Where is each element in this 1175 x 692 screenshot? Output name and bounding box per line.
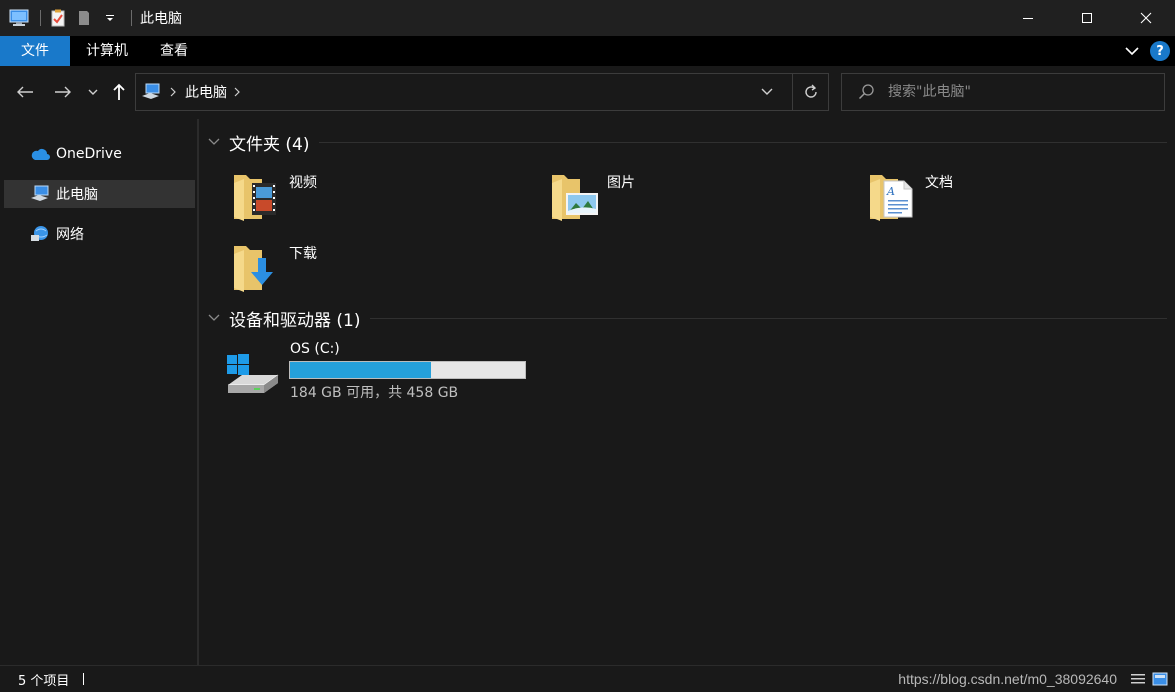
folder-label: 图片: [607, 175, 635, 191]
group-divider: [319, 141, 1167, 143]
toolbar-separator: [131, 10, 132, 26]
group-title: 文件夹 (4): [229, 134, 310, 155]
watermark-text: https://blog.csdn.net/m0_38092640: [898, 671, 1117, 687]
item-count: 5 个项目: [18, 673, 70, 689]
chevron-down-icon: [761, 88, 773, 95]
breadcrumb: 此电脑: [136, 74, 241, 110]
minimize-button[interactable]: [998, 0, 1057, 36]
folder-tile-downloads[interactable]: 下载: [232, 240, 532, 300]
quick-access-toolbar: 此电脑: [0, 0, 182, 36]
search-input[interactable]: [888, 82, 1148, 102]
ribbon-right-controls: ?: [1122, 36, 1175, 66]
expand-ribbon-button[interactable]: [1122, 41, 1142, 61]
this-pc-icon: [30, 185, 50, 203]
tab-view[interactable]: 查看: [144, 36, 204, 66]
search-box[interactable]: [841, 73, 1165, 111]
folder-tile-documents[interactable]: A 文档: [868, 169, 1168, 229]
this-pc-icon: [142, 83, 160, 99]
status-separator: [83, 673, 85, 685]
tab-file[interactable]: 文件: [0, 36, 70, 66]
refresh-icon: [804, 84, 817, 98]
drive-label: OS (C:): [290, 341, 340, 357]
back-button[interactable]: [13, 80, 37, 104]
folder-tile-videos[interactable]: 视频: [232, 169, 532, 229]
large-icons-view-button[interactable]: [1151, 670, 1169, 688]
arrow-left-icon: [17, 86, 33, 98]
sidebar-item-onedrive[interactable]: OneDrive: [4, 140, 195, 168]
breadcrumb-this-pc[interactable]: 此电脑: [185, 82, 227, 102]
properties-icon[interactable]: [47, 7, 69, 29]
close-button[interactable]: [1116, 0, 1175, 36]
sidebar-item-network[interactable]: 网络: [4, 220, 195, 248]
navigation-pane: OneDrive 此电脑 网络: [0, 119, 197, 665]
folder-label: 下载: [289, 246, 317, 262]
ribbon-tabs: 文件 计算机 查看 ?: [0, 36, 1175, 66]
maximize-button[interactable]: [1057, 0, 1116, 36]
refresh-button[interactable]: [792, 74, 828, 110]
arrow-up-icon: [113, 83, 125, 100]
content-pane: 文件夹 (4) 视频 图片 A 文档 下载 设备和驱动器 (1) OS (C:)…: [199, 119, 1175, 665]
windows-drive-icon: [224, 353, 280, 397]
computer-icon[interactable]: [8, 7, 30, 29]
chevron-down-icon: [1125, 47, 1139, 56]
navigation-bar: 此电脑: [0, 66, 1175, 119]
minimize-icon: [1022, 18, 1033, 19]
sidebar-item-this-pc[interactable]: 此电脑: [4, 180, 195, 208]
chevron-right-icon: [234, 87, 240, 97]
details-view-icon: [1131, 674, 1145, 684]
tab-computer[interactable]: 计算机: [70, 36, 144, 66]
chevron-right-icon: [170, 87, 176, 97]
sidebar-item-label: 此电脑: [56, 187, 98, 203]
downloads-folder-icon: [232, 240, 282, 294]
group-divider: [370, 317, 1167, 319]
customize-dropdown-icon[interactable]: [99, 7, 121, 29]
address-dropdown-button[interactable]: [756, 81, 778, 103]
network-icon: [30, 225, 50, 243]
arrow-right-icon: [55, 86, 71, 98]
window-title: 此电脑: [140, 11, 182, 27]
up-button[interactable]: [107, 80, 131, 104]
folder-label: 视频: [289, 175, 317, 191]
address-bar[interactable]: 此电脑: [135, 73, 829, 111]
drive-tile-c[interactable]: OS (C:) 184 GB 可用，共 458 GB: [224, 341, 544, 401]
recent-locations-button[interactable]: [83, 80, 103, 104]
new-folder-icon[interactable]: [73, 7, 95, 29]
help-icon[interactable]: ?: [1150, 41, 1170, 61]
maximize-icon: [1081, 13, 1092, 23]
chevron-down-icon: [88, 89, 98, 95]
group-header-drives[interactable]: 设备和驱动器 (1): [207, 305, 1167, 331]
title-bar: 此电脑: [0, 0, 1175, 36]
close-icon: [1140, 12, 1151, 24]
drive-usage-bar: [289, 361, 526, 379]
sidebar-item-label: 网络: [56, 227, 84, 243]
drive-usage-fill: [290, 362, 431, 378]
status-right: https://blog.csdn.net/m0_38092640: [898, 670, 1169, 688]
group-title: 设备和驱动器 (1): [229, 310, 361, 331]
folder-label: 文档: [925, 175, 953, 191]
window-controls: [998, 0, 1175, 36]
sidebar-item-label: OneDrive: [56, 146, 122, 162]
pictures-folder-icon: [550, 169, 600, 223]
status-bar: 5 个项目 https://blog.csdn.net/m0_38092640: [0, 665, 1175, 692]
svg-text:A: A: [886, 185, 895, 198]
forward-button[interactable]: [51, 80, 75, 104]
folder-tile-pictures[interactable]: 图片: [550, 169, 850, 229]
toolbar-separator: [40, 10, 41, 26]
chevron-down-icon: [207, 135, 221, 149]
drive-space-info: 184 GB 可用，共 458 GB: [290, 385, 459, 401]
details-view-button[interactable]: [1129, 670, 1147, 688]
large-icons-view-icon: [1152, 672, 1168, 686]
group-header-folders[interactable]: 文件夹 (4): [207, 129, 1167, 155]
videos-folder-icon: [232, 169, 282, 223]
chevron-down-icon: [207, 311, 221, 325]
onedrive-icon: [30, 145, 50, 163]
search-icon: [858, 83, 876, 101]
documents-folder-icon: A: [868, 169, 918, 223]
